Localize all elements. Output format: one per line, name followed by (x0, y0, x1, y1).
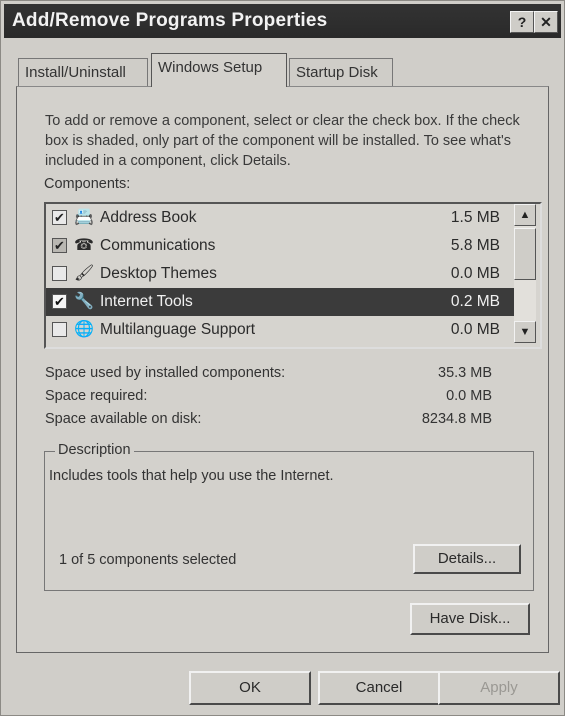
description-group: Description Includes tools that help you… (44, 442, 534, 591)
tab-windows-setup[interactable]: Windows Setup (151, 53, 287, 87)
cancel-button[interactable]: Cancel (318, 671, 440, 705)
ok-button[interactable]: OK (189, 671, 311, 705)
intro-text: To add or remove a component, select or … (45, 113, 520, 169)
scroll-thumb[interactable] (514, 228, 536, 280)
close-button[interactable]: ✕ (534, 11, 558, 33)
list-item[interactable]: 🖌 Desktop Themes 0.0 MB (46, 260, 514, 288)
help-button[interactable]: ? (510, 11, 534, 33)
scroll-down-icon[interactable]: ▼ (514, 321, 536, 343)
checkbox[interactable]: ✔ (52, 210, 67, 225)
globe-icon: 🌐 (74, 321, 94, 338)
description-title: Description (55, 442, 134, 458)
component-size: 0.0 MB (450, 321, 500, 338)
have-disk-button[interactable]: Have Disk... (410, 603, 530, 635)
desktop-themes-icon: 🖌 (74, 265, 95, 282)
space-used-label: Space used by installed components: (45, 365, 286, 381)
properties-dialog: Add/Remove Programs Properties ? ✕ Insta… (0, 0, 565, 716)
scroll-up-icon[interactable]: ▲ (514, 204, 536, 226)
component-name: Communications (100, 237, 216, 254)
space-required-value: 0.0 MB (446, 388, 492, 404)
title-bar[interactable]: Add/Remove Programs Properties ? ✕ (4, 4, 561, 38)
space-required-label: Space required: (45, 388, 148, 404)
address-book-icon: 📇 (74, 209, 94, 226)
selected-count: 1 of 5 components selected (59, 552, 237, 568)
checkbox[interactable] (52, 266, 67, 281)
windows-setup-panel: To add or remove a component, select or … (16, 86, 549, 653)
internet-tools-icon: 🔧 (74, 293, 94, 310)
space-available-value: 8234.8 MB (421, 411, 492, 427)
component-name: Internet Tools (100, 293, 193, 310)
list-scrollbar[interactable]: ▲ ▼ (514, 204, 536, 343)
components-label: Components: (44, 176, 131, 192)
component-name: Desktop Themes (100, 265, 217, 282)
list-item[interactable]: ✔ ☎ Communications 5.8 MB (46, 232, 514, 260)
checkbox[interactable]: ✔ (52, 238, 67, 253)
component-size: 0.0 MB (450, 265, 500, 282)
component-size: 5.8 MB (450, 237, 500, 254)
checkbox[interactable]: ✔ (52, 294, 67, 309)
checkbox[interactable] (52, 322, 67, 337)
components-list[interactable]: ✔ 📇 Address Book 1.5 MB ✔ ☎ Communicatio… (44, 202, 542, 349)
component-name: Address Book (100, 209, 197, 226)
component-size: 0.2 MB (450, 293, 500, 310)
component-size: 1.5 MB (450, 209, 500, 226)
tab-startup-disk[interactable]: Startup Disk (289, 58, 393, 86)
description-text: Includes tools that help you use the Int… (49, 468, 334, 484)
list-item[interactable]: ✔ 🔧 Internet Tools 0.2 MB (46, 288, 514, 316)
component-name: Multilanguage Support (100, 321, 256, 338)
apply-button[interactable]: Apply (438, 671, 560, 705)
list-item[interactable]: 🌐 Multilanguage Support 0.0 MB (46, 316, 514, 344)
tab-install-uninstall[interactable]: Install/Uninstall (18, 58, 148, 86)
space-used-value: 35.3 MB (438, 365, 492, 381)
space-available-label: Space available on disk: (45, 411, 202, 427)
list-item[interactable]: ✔ 📇 Address Book 1.5 MB (46, 204, 514, 232)
details-button[interactable]: Details... (413, 544, 521, 574)
window-title: Add/Remove Programs Properties (12, 10, 328, 31)
communications-icon: ☎ (74, 237, 94, 254)
